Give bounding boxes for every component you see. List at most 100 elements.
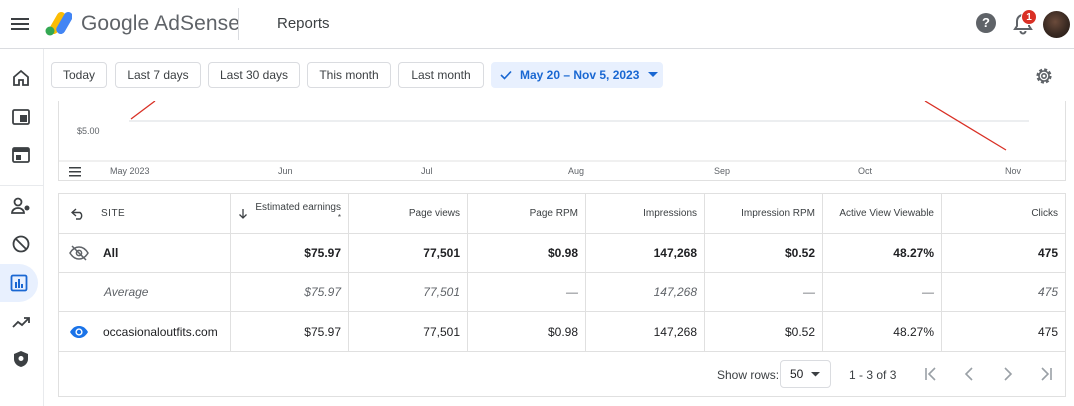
page-views-cell: 77,501 [349, 312, 468, 351]
today-chip[interactable]: Today [51, 62, 107, 88]
app-brand: Google AdSense [81, 12, 241, 35]
site-cell: All [59, 234, 231, 272]
x-tick-labels: May 2023 Jun Jul Aug Sep Oct Nov [110, 166, 1022, 176]
sites-icon[interactable] [6, 140, 36, 170]
clicks-cell: 475 [1037, 324, 1058, 339]
table-header-row: SITE Estimated earnings * Page views Pag… [59, 194, 1065, 234]
x-tick-label: Oct [858, 166, 873, 176]
first-page-icon[interactable] [921, 364, 941, 384]
date-filter-bar: Today Last 7 days Last 30 days This mont… [44, 49, 1074, 101]
this-month-chip[interactable]: This month [307, 62, 391, 88]
active-view-cell: 48.27% [823, 234, 942, 272]
x-tick-label: Jun [278, 166, 293, 176]
page-rpm-column-header[interactable]: Page RPM [468, 194, 586, 233]
help-icon[interactable]: ? [976, 13, 996, 33]
series-line-segment [924, 101, 1007, 151]
brand-divider [238, 8, 239, 40]
menu-icon[interactable] [8, 12, 32, 36]
ads-icon[interactable] [6, 102, 36, 132]
earnings-column-header[interactable]: Estimated earnings * [231, 194, 349, 233]
page-views-cell: 77,501 [349, 273, 468, 311]
sort-down-icon [239, 209, 247, 219]
active-view-cell: — [823, 273, 942, 311]
eye-off-icon[interactable] [69, 245, 89, 261]
x-tick-label: Sep [714, 166, 730, 176]
adsense-logo[interactable] [44, 10, 73, 36]
active-view-column-header[interactable]: Active View Viewable [823, 194, 942, 233]
privacy-icon[interactable] [6, 344, 36, 374]
page-rpm-cell: $0.98 [468, 312, 586, 351]
site-name: All [103, 246, 119, 260]
account-icon[interactable] [6, 191, 36, 221]
optimization-icon[interactable] [6, 307, 36, 337]
sort-marker: * [337, 213, 341, 222]
check-icon [500, 70, 512, 80]
active-view-cell: 48.27% [823, 312, 942, 351]
page-views-cell: 77,501 [349, 234, 468, 272]
series-line-segment [130, 101, 156, 120]
last-month-chip[interactable]: Last month [398, 62, 484, 88]
last-7-days-chip[interactable]: Last 7 days [115, 62, 201, 88]
gear-icon[interactable] [1033, 65, 1055, 87]
earnings-cell: $75.97 [231, 234, 349, 272]
clicks-cell: 475 [1037, 285, 1058, 299]
column-header-label: Estimated earnings [255, 202, 341, 213]
impression-rpm-cell: $0.52 [705, 312, 823, 351]
impressions-cell: 147,268 [586, 273, 705, 311]
page-rpm-cell: — [468, 273, 586, 311]
reports-icon[interactable] [0, 264, 38, 302]
previous-page-icon[interactable] [959, 364, 979, 384]
date-range-chip[interactable]: May 20 – Nov 5, 2023 [491, 62, 663, 88]
earnings-cell: $75.97 [231, 312, 349, 351]
notification-badge: 1 [1021, 9, 1037, 25]
earnings-cell: $75.97 [231, 273, 349, 311]
avatar[interactable] [1043, 11, 1070, 38]
clicks-column-header[interactable]: Clicks [942, 194, 1065, 233]
impressions-cell: 147,268 [586, 234, 705, 272]
x-tick-label: Aug [568, 166, 584, 176]
impressions-cell: 147,268 [586, 312, 705, 351]
page-rpm-cell: $0.98 [468, 234, 586, 272]
rows-per-page-value: 50 [790, 367, 804, 381]
home-icon[interactable] [6, 63, 36, 93]
x-tick-label: Nov [1005, 166, 1022, 176]
show-rows-label: Show rows: [717, 368, 780, 382]
page-title: Reports [277, 15, 330, 32]
sidebar-divider [0, 185, 44, 186]
x-tick-label: Jul [421, 166, 433, 176]
site-cell: Average [59, 273, 231, 311]
site-name[interactable]: occasionaloutfits.com [103, 325, 218, 339]
report-table: SITE Estimated earnings * Page views Pag… [58, 193, 1066, 397]
last-page-icon[interactable] [1036, 364, 1056, 384]
eye-icon[interactable] [69, 325, 89, 339]
table-row: occasionaloutfits.com $75.97 77,501 $0.9… [59, 312, 1065, 352]
rows-per-page-select[interactable]: 50 [780, 360, 831, 388]
y-tick-label: $5.00 [77, 126, 100, 136]
site-column-header[interactable]: SITE [59, 194, 231, 233]
page-views-column-header[interactable]: Page views [349, 194, 468, 233]
site-cell: occasionaloutfits.com [59, 312, 231, 351]
x-tick-label: May 2023 [110, 166, 150, 176]
table-footer: Show rows: 50 1 - 3 of 3 [59, 354, 1065, 396]
undo-icon[interactable] [71, 207, 85, 220]
legend-menu-icon[interactable] [68, 165, 82, 177]
chart-canvas: $5.00 May 2023 Jun Jul Aug Sep Oct Nov [59, 101, 1067, 176]
clicks-cell: 475 [1037, 246, 1058, 260]
sidebar [0, 49, 44, 406]
earnings-chart: $5.00 May 2023 Jun Jul Aug Sep Oct Nov [58, 101, 1067, 181]
next-page-icon[interactable] [998, 364, 1018, 384]
chevron-down-icon [811, 371, 821, 376]
impression-rpm-cell: $0.52 [705, 234, 823, 272]
impression-rpm-cell: — [705, 273, 823, 311]
table-row: Average $75.97 77,501 — 147,268 — — 475 [59, 273, 1065, 312]
table-row: All $75.97 77,501 $0.98 147,268 $0.52 48… [59, 234, 1065, 273]
impression-rpm-column-header[interactable]: Impression RPM [705, 194, 823, 233]
last-30-days-chip[interactable]: Last 30 days [208, 62, 300, 88]
chevron-down-icon [648, 72, 659, 77]
impressions-column-header[interactable]: Impressions [586, 194, 705, 233]
date-range-label: May 20 – Nov 5, 2023 [520, 68, 640, 82]
column-header-label: SITE [101, 208, 126, 219]
pagination-range: 1 - 3 of 3 [849, 368, 897, 382]
block-icon[interactable] [6, 229, 36, 259]
top-app-bar: Google AdSense Reports ? 1 [0, 0, 1074, 49]
